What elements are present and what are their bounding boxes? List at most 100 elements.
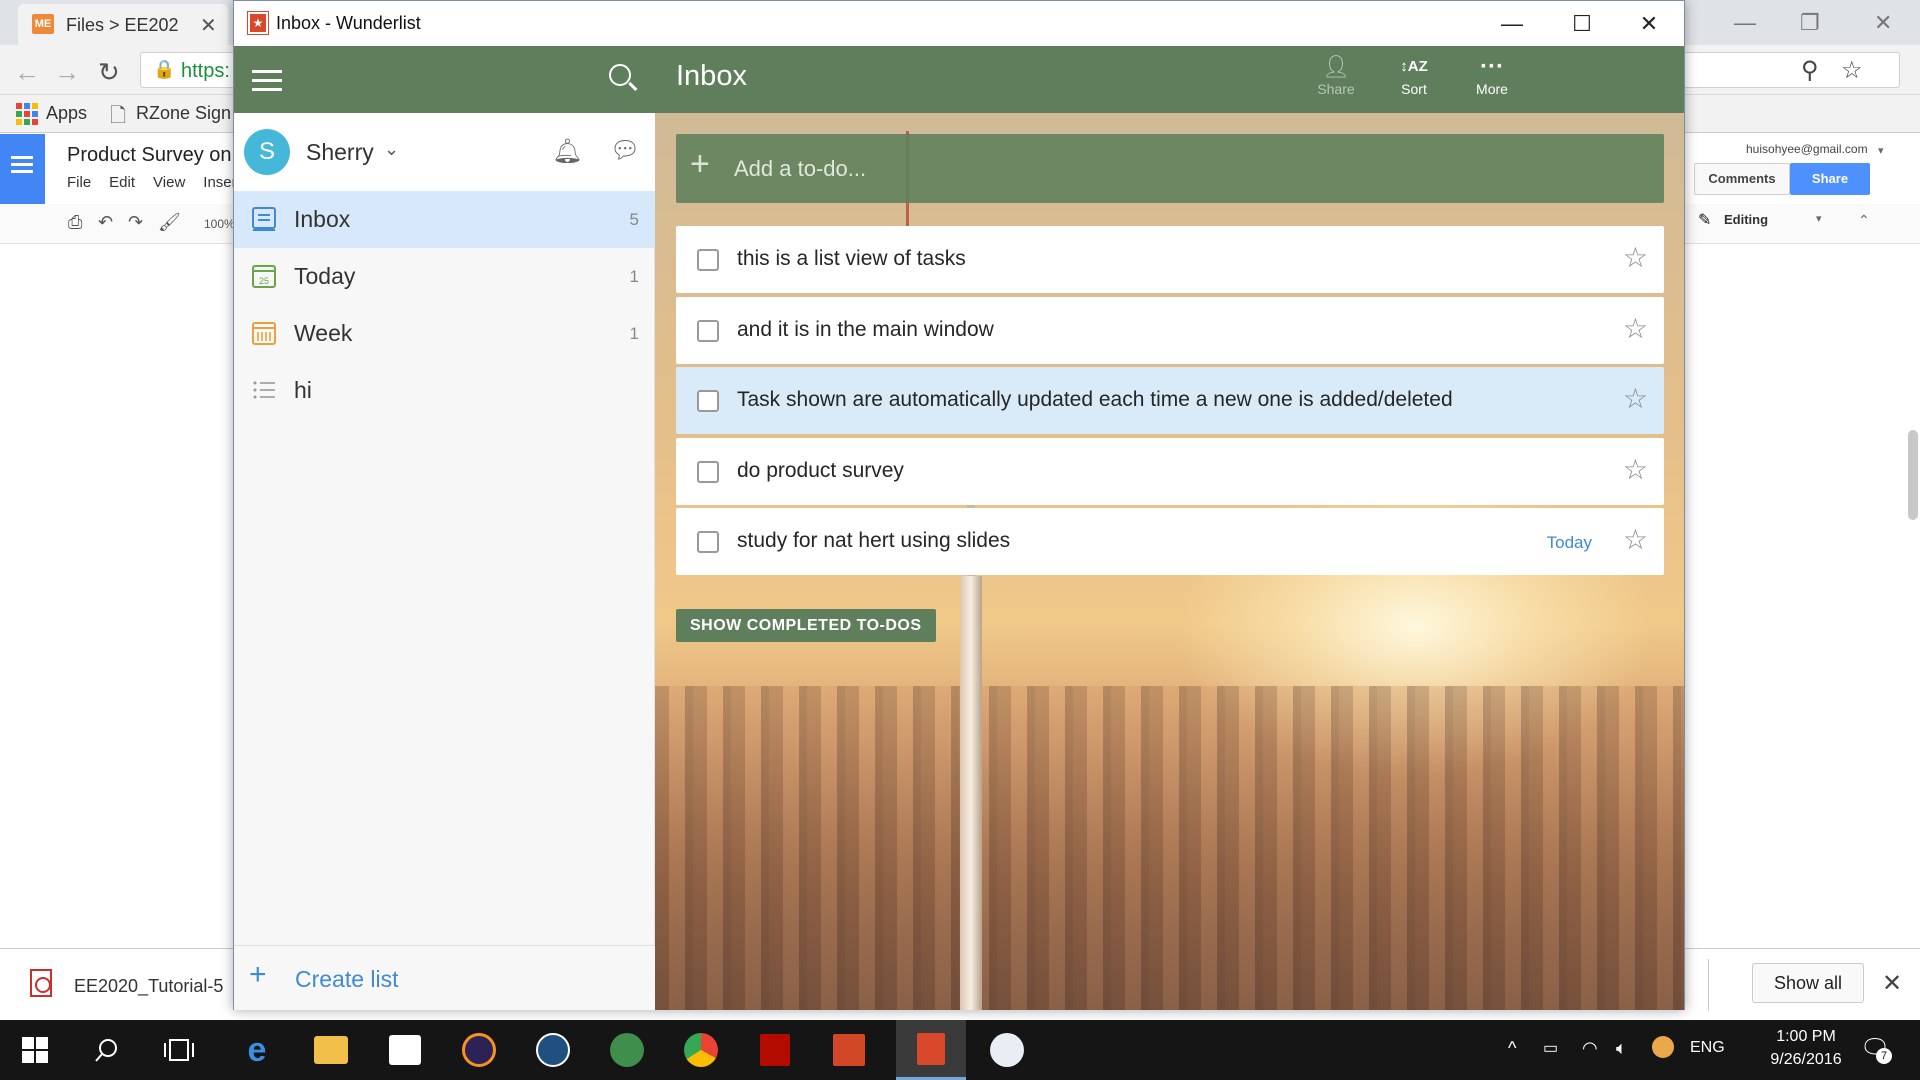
- menu-view[interactable]: View: [153, 174, 185, 191]
- share-button[interactable]: 👤︎ Share: [1306, 53, 1366, 97]
- redo-icon[interactable]: ↷: [128, 212, 143, 233]
- minimize-icon[interactable]: —: [1477, 1, 1547, 46]
- editing-mode-label[interactable]: Editing: [1724, 212, 1768, 227]
- task-checkbox[interactable]: [697, 249, 719, 271]
- taskbar-search[interactable]: [72, 1020, 142, 1080]
- browser-minimize-icon[interactable]: —: [1734, 10, 1756, 36]
- tab-close-icon[interactable]: ✕: [200, 13, 217, 38]
- clock[interactable]: 1:00 PM 9/26/2016: [1756, 1028, 1856, 1080]
- account-caret-icon[interactable]: ▾: [1878, 144, 1884, 157]
- browser-restore-icon[interactable]: ❐: [1800, 10, 1820, 36]
- task-view-button[interactable]: [144, 1020, 214, 1080]
- browser-close-icon[interactable]: ✕: [1874, 10, 1892, 36]
- comments-button[interactable]: Comments: [1694, 163, 1790, 195]
- taskbar-eclipse[interactable]: [444, 1020, 514, 1080]
- star-icon[interactable]: ☆: [1623, 455, 1648, 485]
- star-icon[interactable]: ☆: [1623, 314, 1648, 344]
- add-todo-bar[interactable]: +: [676, 134, 1664, 203]
- taskbar-wunderlist[interactable]: [896, 1020, 966, 1080]
- taskbar-chrome[interactable]: [666, 1020, 736, 1080]
- menu-edit[interactable]: Edit: [109, 174, 135, 191]
- tray-app-icon[interactable]: [1652, 1036, 1674, 1058]
- user-name[interactable]: Sherry: [306, 139, 374, 166]
- task-checkbox[interactable]: [697, 531, 719, 553]
- print-icon[interactable]: ⎙: [68, 212, 82, 233]
- back-icon[interactable]: ←: [14, 57, 40, 88]
- action-center[interactable]: 🗨︎ 7: [1860, 1034, 1892, 1064]
- sort-button[interactable]: ↕AZ Sort: [1384, 53, 1444, 97]
- forward-icon[interactable]: →: [54, 57, 80, 88]
- task-title[interactable]: study for nat hert using slides: [737, 529, 1010, 553]
- create-list-button[interactable]: + Create list: [234, 945, 655, 1010]
- chat-bubble-icon[interactable]: 💬︎: [610, 136, 640, 165]
- task-title[interactable]: and it is in the main window: [737, 318, 994, 342]
- task-row[interactable]: Task shown are automatically updated eac…: [676, 367, 1664, 434]
- sidebar-item-hi[interactable]: hi: [234, 362, 655, 419]
- taskbar-sourcetree[interactable]: [518, 1020, 588, 1080]
- chrome-tab[interactable]: ME Files > EE202 ✕: [18, 4, 228, 45]
- editing-caret-icon[interactable]: ▾: [1816, 212, 1822, 225]
- download-filename[interactable]: EE2020_Tutorial-5: [74, 976, 223, 997]
- bookmark-rzone[interactable]: RZone Sign: [136, 103, 231, 124]
- task-title[interactable]: Task shown are automatically updated eac…: [737, 388, 1453, 412]
- maximize-icon[interactable]: ☐: [1547, 1, 1617, 46]
- account-email[interactable]: huisohyee@gmail.com: [1746, 142, 1868, 156]
- star-icon[interactable]: ☆: [1623, 384, 1648, 414]
- taskbar-edge[interactable]: e: [222, 1020, 292, 1080]
- sidebar-item-inbox[interactable]: Inbox 5: [234, 191, 655, 248]
- apps-grid-icon[interactable]: [16, 103, 38, 125]
- bookmark-apps[interactable]: Apps: [46, 103, 87, 124]
- search-icon[interactable]: [609, 64, 631, 86]
- downloads-close-icon[interactable]: ✕: [1882, 969, 1902, 998]
- page-scrollbar[interactable]: [1908, 430, 1918, 520]
- google-docs-logo[interactable]: [0, 134, 45, 204]
- close-icon[interactable]: ✕: [1614, 1, 1684, 46]
- wifi-icon[interactable]: ◠: [1582, 1038, 1598, 1080]
- collapse-icon[interactable]: ⌃: [1858, 212, 1870, 229]
- hamburger-menu-icon[interactable]: [252, 70, 282, 73]
- bell-icon[interactable]: 🔔︎: [552, 137, 582, 166]
- task-row[interactable]: this is a list view of tasks ☆: [676, 226, 1664, 293]
- star-icon[interactable]: ☆: [1623, 525, 1648, 555]
- search-icon: [95, 1039, 117, 1062]
- zoom-select[interactable]: 100%: [204, 217, 235, 231]
- show-all-button[interactable]: Show all: [1752, 963, 1864, 1003]
- task-checkbox[interactable]: [697, 461, 719, 483]
- docs-title[interactable]: Product Survey on: [67, 144, 232, 167]
- star-icon[interactable]: ☆: [1623, 243, 1648, 273]
- sidebar-item-week[interactable]: Week 1: [234, 305, 655, 362]
- taskbar-powerpoint[interactable]: [814, 1020, 884, 1080]
- sidebar-item-today[interactable]: 25 Today 1: [234, 248, 655, 305]
- task-title[interactable]: do product survey: [737, 459, 904, 483]
- task-checkbox[interactable]: [697, 390, 719, 412]
- battery-icon[interactable]: ▭: [1543, 1038, 1558, 1080]
- avatar[interactable]: S: [244, 129, 290, 175]
- taskbar-acrobat[interactable]: [740, 1020, 810, 1080]
- sidebar: S Sherry ⌄ 🔔︎ 💬︎ Inbox 5 25 Today 1 Week…: [234, 46, 655, 1010]
- reload-icon[interactable]: ↻: [98, 57, 120, 88]
- task-checkbox[interactable]: [697, 320, 719, 342]
- start-button[interactable]: [0, 1020, 70, 1080]
- add-todo-input[interactable]: [734, 152, 1634, 186]
- paint-format-icon[interactable]: 🖌: [158, 212, 181, 233]
- docs-share-button[interactable]: Share: [1790, 163, 1870, 195]
- menu-file[interactable]: File: [67, 174, 91, 191]
- task-row[interactable]: do product survey ☆: [676, 438, 1664, 505]
- undo-icon[interactable]: ↶: [98, 212, 113, 233]
- chevron-down-icon[interactable]: ⌄: [384, 139, 399, 160]
- show-completed-button[interactable]: SHOW COMPLETED TO-DOS: [676, 609, 936, 642]
- task-row[interactable]: and it is in the main window ☆: [676, 297, 1664, 364]
- bookmark-star-icon[interactable]: ☆: [1841, 56, 1863, 85]
- taskbar-store[interactable]: [370, 1020, 440, 1080]
- task-row[interactable]: study for nat hert using slides Today ☆: [676, 508, 1664, 575]
- zoom-search-icon[interactable]: ⚲: [1801, 56, 1819, 85]
- input-language[interactable]: ENG: [1690, 1039, 1725, 1080]
- taskbar-snipping-tool[interactable]: [972, 1020, 1042, 1080]
- taskbar-file-explorer[interactable]: [296, 1020, 366, 1080]
- volume-icon[interactable]: 🔈︎: [1616, 1038, 1627, 1080]
- more-button[interactable]: ··· More: [1462, 53, 1522, 97]
- menu-insert[interactable]: Inser: [203, 174, 236, 191]
- taskbar-android-studio[interactable]: [592, 1020, 662, 1080]
- show-hidden-icons[interactable]: ^: [1508, 1038, 1516, 1080]
- task-title[interactable]: this is a list view of tasks: [737, 247, 966, 271]
